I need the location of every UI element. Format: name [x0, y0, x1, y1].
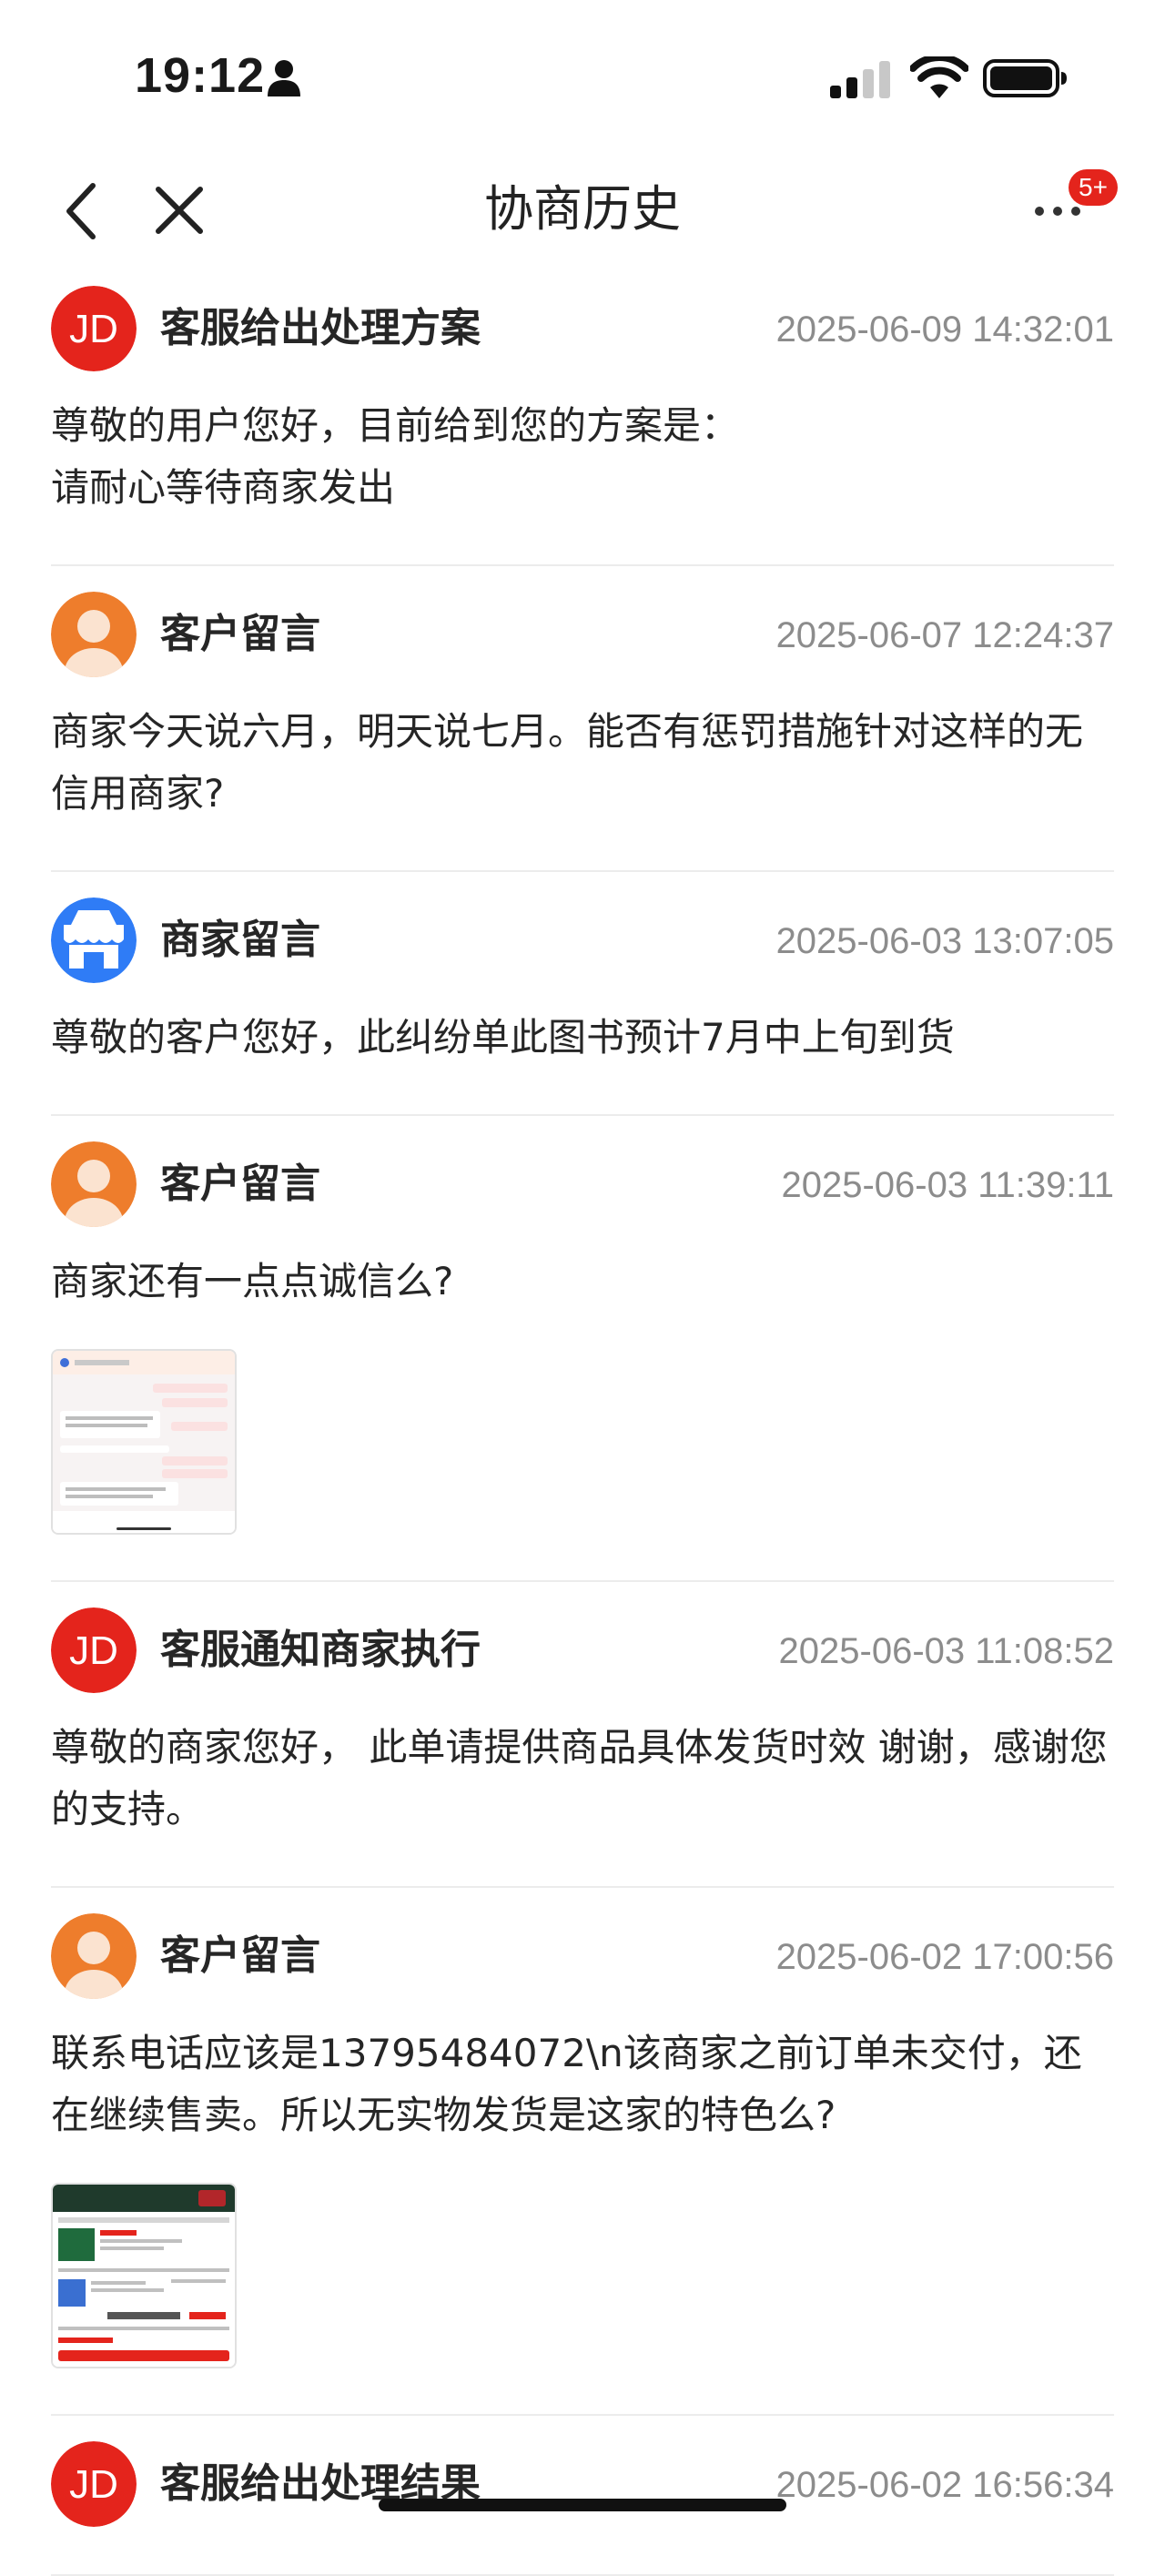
entry-time: 2025-06-03 11:08:52 [778, 1631, 1114, 1671]
wifi-icon [910, 56, 968, 98]
customer-avatar-icon [51, 1141, 137, 1227]
navigation-bar: 协商历史 5+ [0, 155, 1165, 282]
svg-text:JD: JD [69, 1628, 118, 1673]
store-icon [51, 898, 137, 983]
history-entry: JD 客服通知商家执行 2025-06-03 11:08:52 尊敬的商家您好，… [51, 1582, 1114, 1888]
page-title: 协商历史 [484, 180, 681, 238]
cellular-signal-icon [830, 61, 890, 98]
jd-logo-icon: JD [51, 1607, 137, 1693]
entry-author: 客服给出处理方案 [160, 305, 481, 351]
attachment-thumbnail[interactable] [51, 1349, 237, 1535]
svg-text:JD: JD [69, 307, 118, 351]
customer-avatar-icon [51, 1913, 137, 1999]
attachment-thumbnail[interactable] [51, 2183, 237, 2368]
history-entry: JD 客服给出处理方案 2025-06-09 14:32:01 尊敬的用户您好，… [51, 282, 1114, 566]
entry-time: 2025-06-07 12:24:37 [775, 615, 1114, 655]
entry-author: 客户留言 [160, 1161, 320, 1207]
person-icon [268, 60, 300, 96]
entry-time: 2025-06-09 14:32:01 [775, 309, 1114, 350]
negotiation-history-list: JD 客服给出处理方案 2025-06-09 14:32:01 尊敬的用户您好，… [0, 282, 1165, 2576]
entry-time: 2025-06-02 17:00:56 [775, 1937, 1114, 1977]
entry-author: 客服通知商家执行 [160, 1627, 481, 1673]
entry-text: 尊敬的用户您好，目前给到您的方案是： 请耐心等待商家发出 [51, 403, 740, 510]
more-button[interactable]: 5+ [1019, 169, 1118, 246]
entry-text: 商家今天说六月，明天说七月。能否有惩罚措施针对这样的无信用商家? [51, 709, 1084, 816]
entry-text: 商家还有一点点诚信么? [51, 1259, 454, 1303]
svg-text:JD: JD [69, 2462, 118, 2507]
home-indicator[interactable] [379, 2499, 786, 2511]
history-entry: 客户留言 2025-06-03 11:39:11 商家还有一点点诚信么? [51, 1116, 1114, 1582]
entry-text: 尊敬的商家您好， 此单请提供商品具体发货时效 谢谢，感谢您的支持。 [51, 1725, 1108, 1831]
history-entry: 客户留言 2025-06-02 17:00:56 联系电话应该是13795484… [51, 1888, 1114, 2416]
entry-time: 2025-06-02 16:56:34 [775, 2465, 1114, 2505]
history-entry: JD 客服给出处理结果 2025-06-02 16:56:34 [51, 2416, 1114, 2576]
notification-badge: 5+ [1069, 169, 1118, 206]
entry-author: 商家留言 [160, 917, 320, 963]
entry-author: 客户留言 [160, 611, 320, 657]
entry-author: 客户留言 [160, 1932, 320, 1979]
jd-logo-icon: JD [51, 2441, 137, 2527]
entry-time: 2025-06-03 11:39:11 [781, 1165, 1115, 1205]
history-entry: 商家留言 2025-06-03 13:07:05 尊敬的客户您好，此纠纷单此图书… [51, 872, 1114, 1116]
customer-avatar-icon [51, 592, 137, 677]
history-entry: 客户留言 2025-06-07 12:24:37 商家今天说六月，明天说七月。能… [51, 566, 1114, 872]
status-bar: 19:12 [0, 0, 1165, 155]
entry-time: 2025-06-03 13:07:05 [775, 921, 1114, 961]
more-dots-icon [1035, 207, 1080, 216]
entry-text: 尊敬的客户您好，此纠纷单此图书预计7月中上旬到货 [51, 1015, 955, 1060]
entry-text: 联系电话应该是13795484072\n该商家之前订单未交付，还在继续售卖。所以… [51, 2031, 1082, 2137]
jd-logo-icon: JD [51, 286, 137, 371]
battery-icon [983, 59, 1067, 97]
status-time: 19:12 [135, 48, 266, 103]
